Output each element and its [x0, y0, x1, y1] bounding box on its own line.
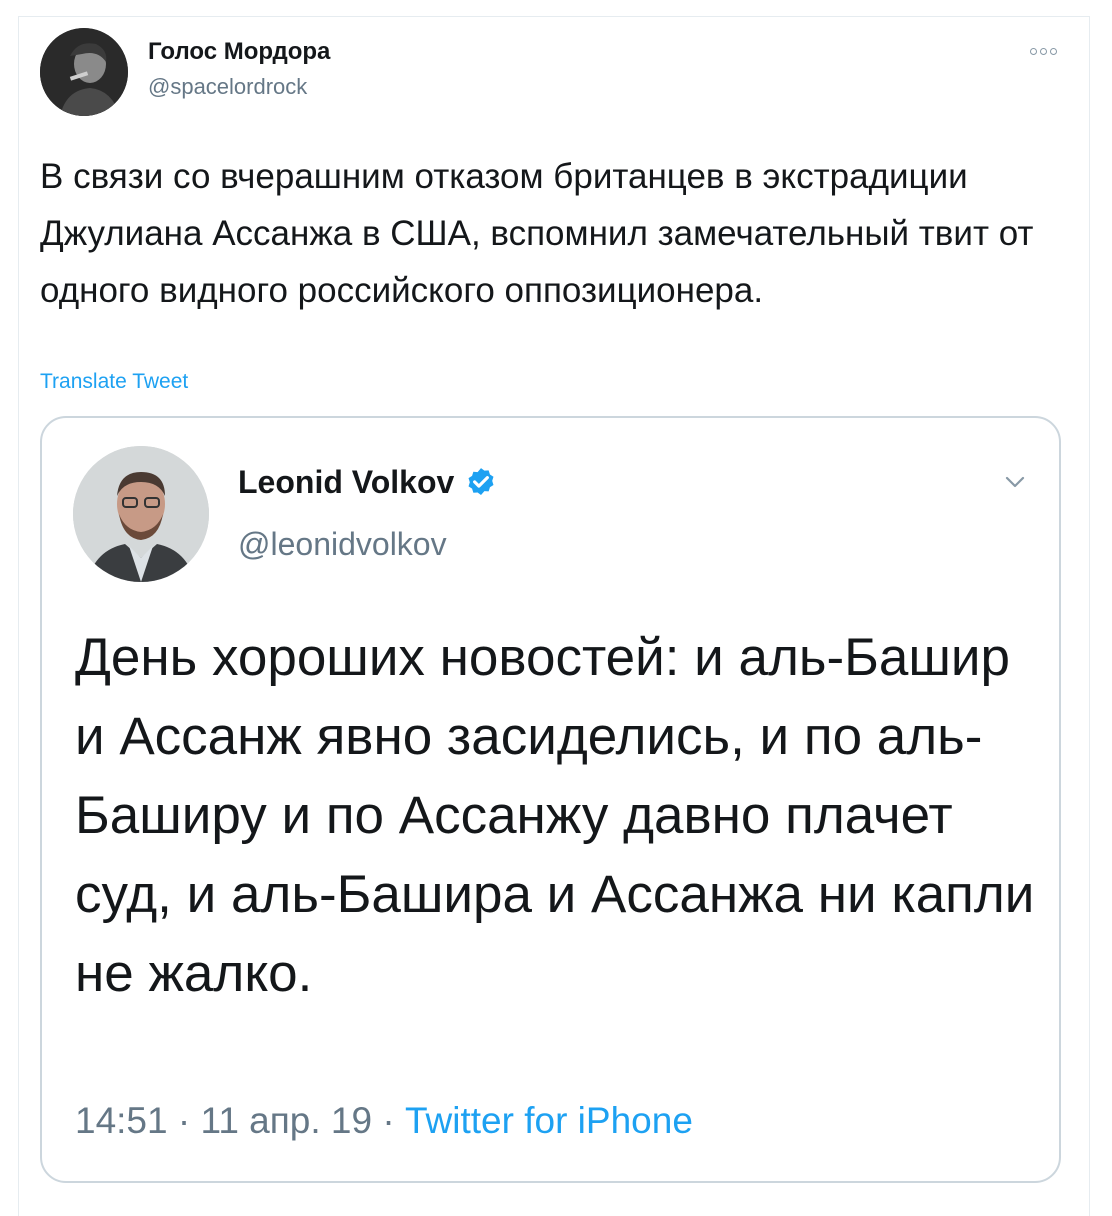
author-avatar[interactable] [40, 28, 128, 116]
author-name[interactable]: Голос Мордора [148, 38, 330, 66]
author-photo-icon [40, 28, 128, 116]
verified-badge-icon [468, 467, 494, 495]
chevron-down-icon[interactable] [1002, 472, 1028, 492]
translate-tweet-link[interactable]: Translate Tweet [40, 370, 188, 394]
quoted-author-name-row: Leonid Volkov [238, 464, 498, 501]
quoted-tweet-source-link[interactable]: Twitter for iPhone [405, 1100, 693, 1141]
meta-separator: · [382, 1100, 395, 1141]
quoted-tweet-card[interactable]: Leonid Volkov @leonidvolkov День хороших… [40, 416, 1061, 1183]
quoted-tweet-meta: 14:51 · 11 апр. 19 · Twitter for iPhone [75, 1100, 693, 1142]
quoted-author-name[interactable]: Leonid Volkov [238, 464, 454, 501]
quoted-tweet-time[interactable]: 14:51 [75, 1100, 168, 1141]
quoted-tweet-text: День хороших новостей: и аль-Башир и Асс… [75, 628, 1035, 1003]
quoted-tweet-date[interactable]: 11 апр. 19 [200, 1100, 372, 1141]
more-options-icon[interactable] [1030, 44, 1064, 58]
quoted-author-handle[interactable]: @leonidvolkov [238, 526, 447, 563]
author-handle[interactable]: @spacelordrock [148, 74, 307, 100]
tweet-text: В связи со вчерашним отказом британцев в… [40, 157, 1034, 310]
quoted-author-photo-icon [73, 446, 209, 582]
meta-separator: · [177, 1100, 191, 1141]
quoted-author-avatar[interactable] [73, 446, 209, 582]
